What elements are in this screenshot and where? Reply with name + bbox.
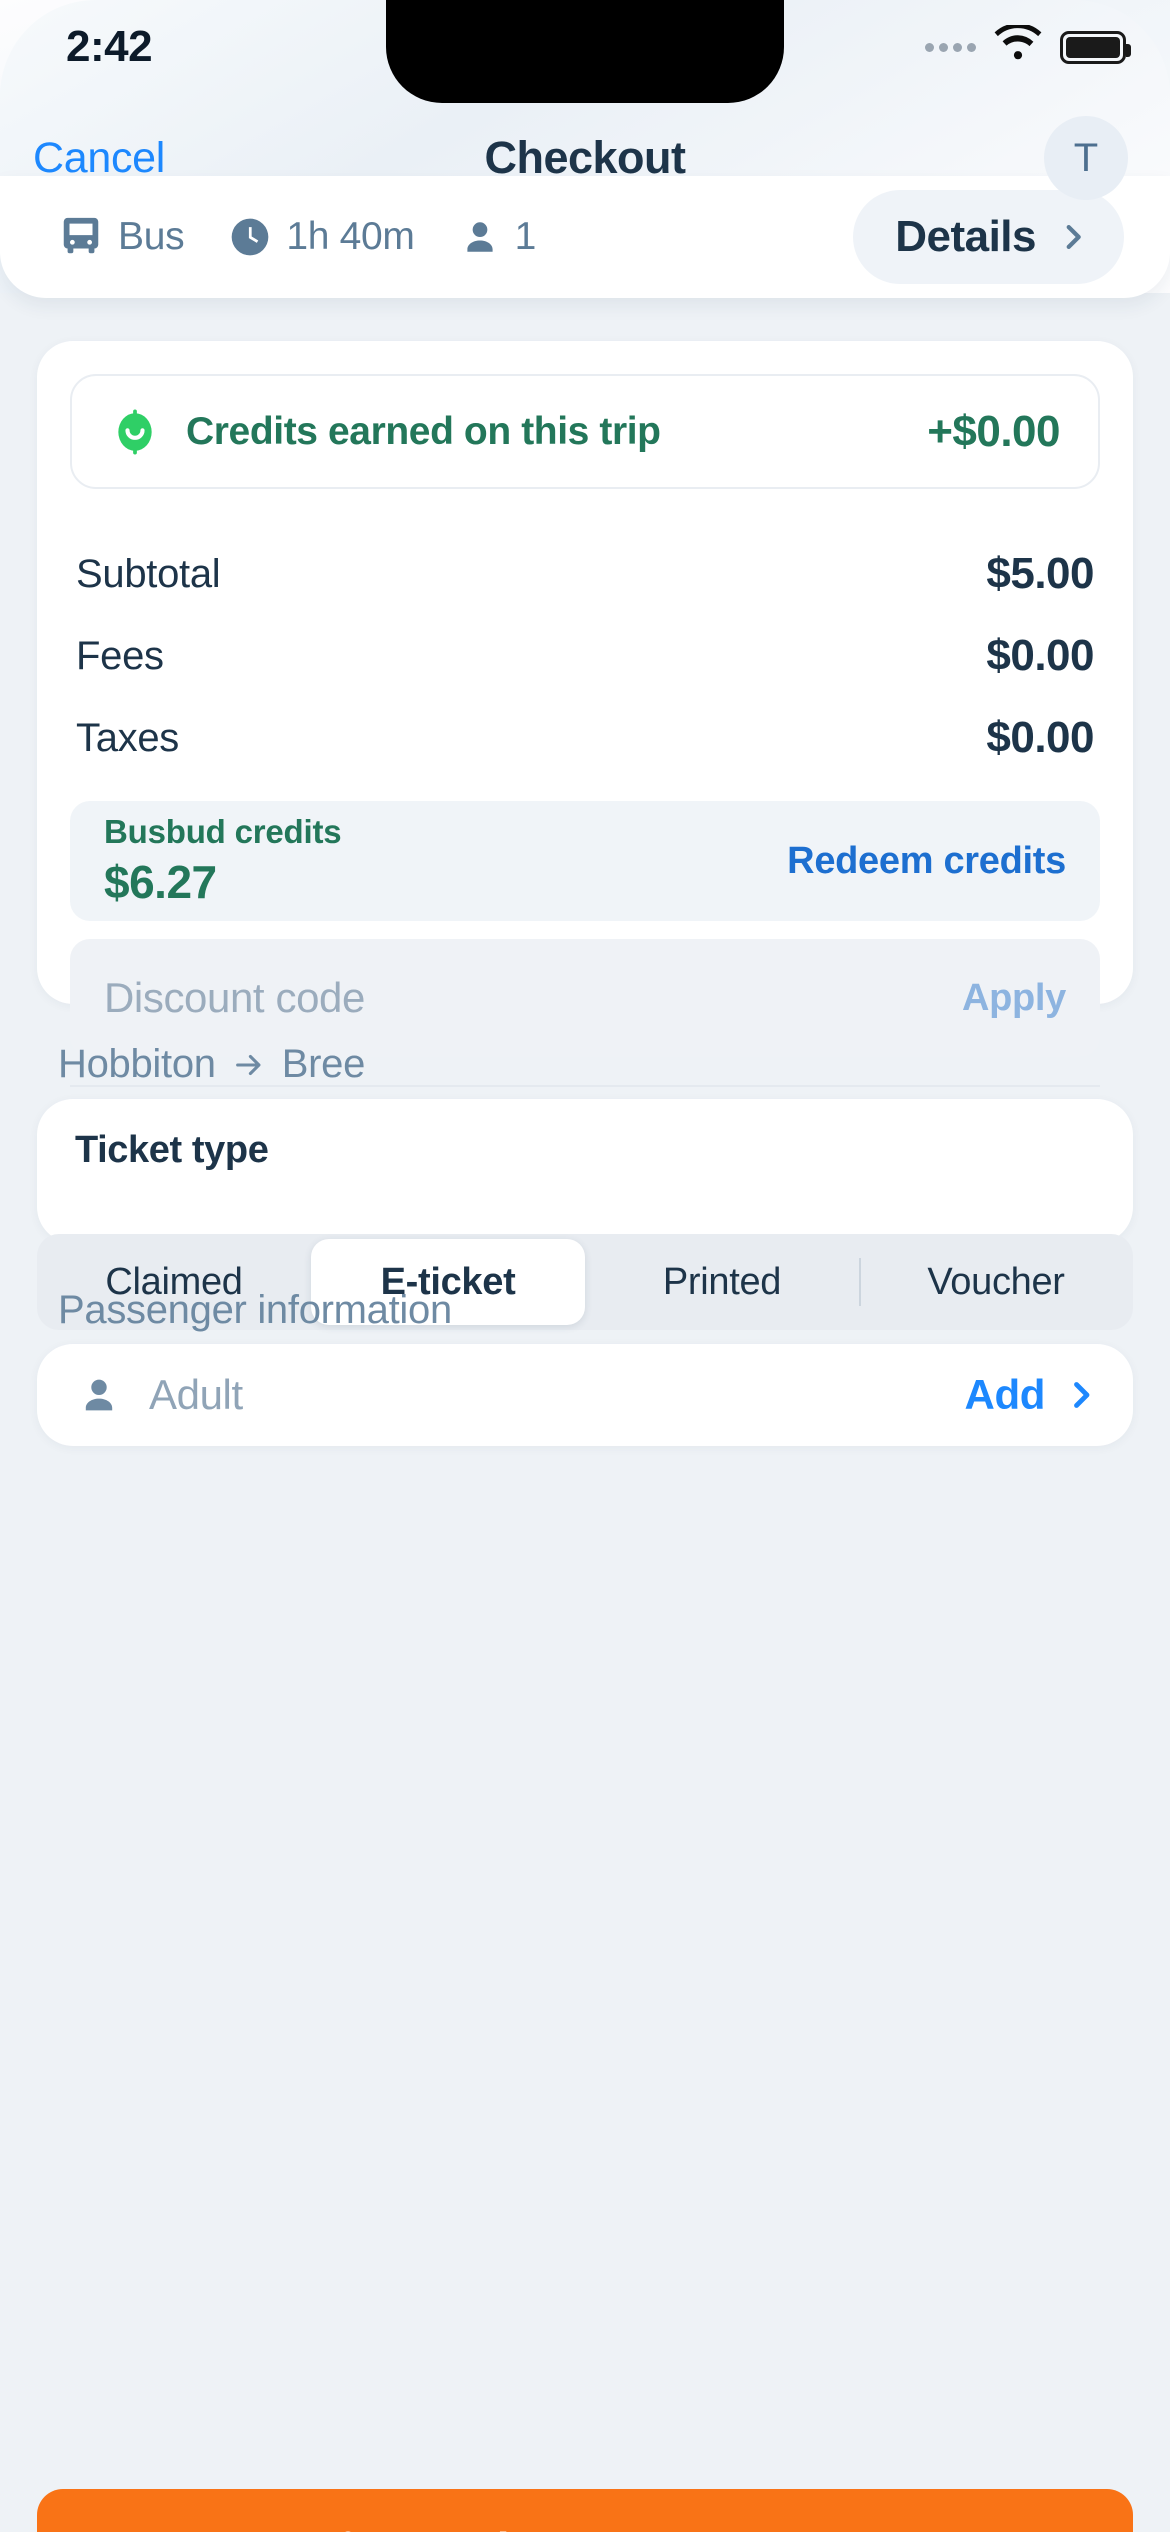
fare-value: $5.00 [986,549,1094,599]
trip-duration: 1h 40m [228,215,414,259]
arrow-right-icon [232,1048,266,1082]
redeem-credits-button[interactable]: Redeem credits [787,840,1066,883]
page-title: Checkout [0,132,1170,184]
apply-discount-button[interactable]: Apply [962,977,1066,1020]
trip-details-label: Details [895,212,1036,262]
status-bar: 2:42 [0,0,1170,103]
busbud-credits-info: Busbud credits $6.27 [104,813,787,909]
bus-icon [58,214,104,260]
ticket-type-card: Ticket type [37,1099,1133,1243]
add-passenger-button[interactable]: Add [965,1371,1099,1419]
clock-icon [228,215,272,259]
passenger-row[interactable]: Adult Add [37,1344,1133,1446]
trip-passengers: 1 [459,215,536,259]
ticket-type-title: Ticket type [37,1099,1133,1172]
busbud-credit-icon [110,407,160,457]
signal-dots-icon [925,43,976,52]
fare-summary-card: Credits earned on this trip +$0.00 Subto… [37,341,1133,1004]
fare-label: Fees [76,634,164,679]
nav-bar: Cancel Checkout T [0,103,1170,213]
route-origin: Hobbiton [58,1042,216,1087]
fare-value: $0.00 [986,713,1094,763]
ticket-type-option-printed[interactable]: Printed [585,1234,859,1330]
fare-row-fees: Fees $0.00 [76,615,1094,697]
fare-label: Subtotal [76,552,220,597]
credits-earned-label: Credits earned on this trip [186,410,927,454]
status-indicators [925,24,1126,70]
route-destination: Bree [282,1042,365,1087]
discount-code-block: Apply [70,939,1100,1057]
lock-icon [328,2527,368,2532]
trip-passenger-count: 1 [515,215,536,259]
phone-screen: Bus 1h 40m 1 Details [0,0,1170,2532]
trip-mode-label: Bus [118,215,184,259]
chevron-right-icon [1056,220,1090,254]
ticket-type-option-voucher[interactable]: Voucher [859,1234,1133,1330]
avatar[interactable]: T [1044,116,1128,200]
fare-row-taxes: Taxes $0.00 [76,697,1094,779]
person-icon [459,216,501,258]
passenger-section-label: Passenger information [58,1288,452,1333]
route-breadcrumb: Hobbiton Bree [58,1042,365,1087]
continue-to-payment-label: Continue to payment [394,2522,842,2532]
person-icon [77,1373,121,1417]
add-passenger-label: Add [965,1371,1045,1419]
busbud-credits-title: Busbud credits [104,813,787,851]
passenger-type-label: Adult [149,1371,965,1419]
trip-summary-facts: Bus 1h 40m 1 [58,214,853,260]
busbud-credits-amount: $6.27 [104,855,787,909]
fare-value: $0.00 [986,631,1094,681]
fare-label: Taxes [76,716,179,761]
credits-earned-banner: Credits earned on this trip +$0.00 [70,374,1100,489]
busbud-credits-block: Busbud credits $6.27 Redeem credits [70,801,1100,921]
battery-icon [1060,31,1126,64]
trip-mode: Bus [58,214,184,260]
trip-duration-label: 1h 40m [286,215,414,259]
credits-earned-amount: +$0.00 [927,407,1060,457]
status-time: 2:42 [66,22,152,72]
discount-code-input[interactable] [104,974,962,1022]
chevron-right-icon [1063,1377,1099,1413]
continue-to-payment-button[interactable]: Continue to payment [37,2489,1133,2532]
fare-row-subtotal: Subtotal $5.00 [76,533,1094,615]
fare-rows: Subtotal $5.00 Fees $0.00 Taxes $0.00 [70,489,1100,779]
wifi-icon [992,25,1044,70]
cancel-button[interactable]: Cancel [33,134,165,183]
